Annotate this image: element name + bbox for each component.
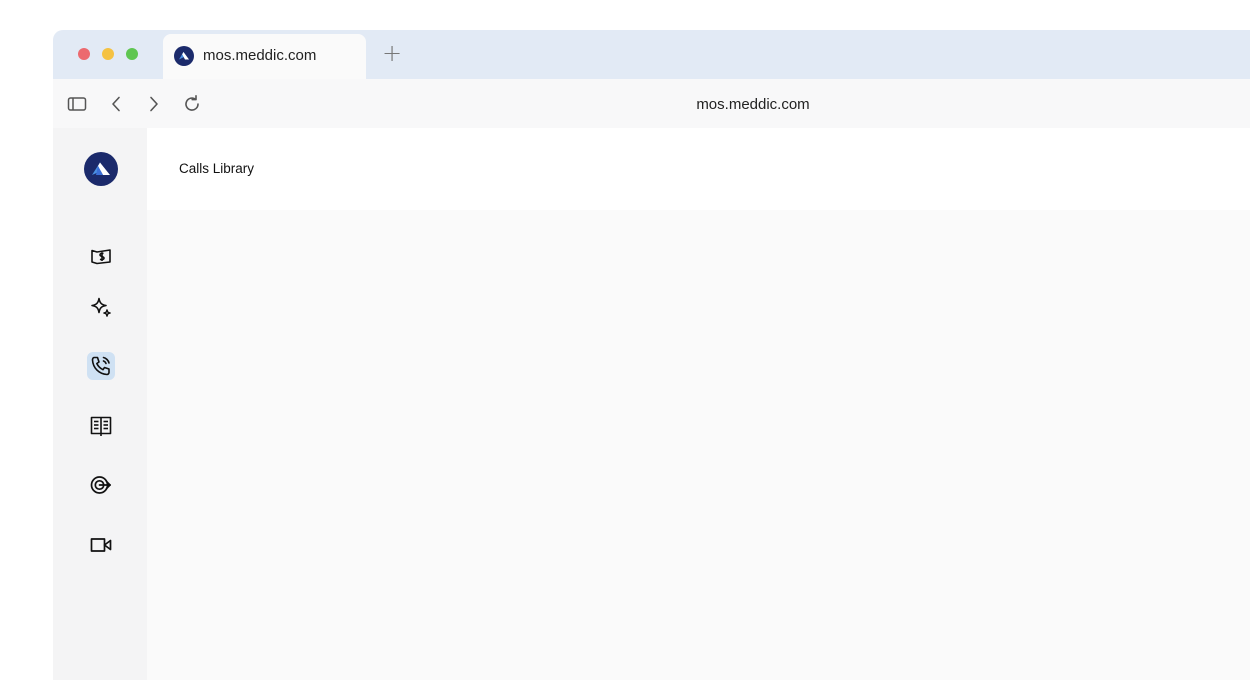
sidebar-item-deals[interactable] [87,242,115,270]
browser-toolbar: mos.meddic.com [53,79,1250,128]
target-icon [90,476,111,494]
browser-window: mos.meddic.com + mos.meddic.com Calls Li… [53,30,1250,680]
video-icon [90,538,112,552]
forward-icon[interactable] [143,93,165,115]
sidebar-item-library[interactable] [87,412,115,440]
main-content: Calls Library [147,128,1250,680]
phone-icon [91,356,110,376]
sidebar-item-calls[interactable] [87,352,115,380]
sidebar-item-target[interactable] [87,471,115,499]
tab-title: mos.meddic.com [203,47,317,64]
address-bar[interactable]: mos.meddic.com [663,95,843,115]
sparkles-icon [91,297,111,317]
back-icon[interactable] [105,93,127,115]
sidebar [53,128,147,680]
tab-strip: mos.meddic.com + [53,30,1250,79]
close-window-button[interactable] [78,48,90,60]
browser-tab[interactable]: mos.meddic.com [163,34,366,79]
book-icon [90,416,112,436]
maximize-window-button[interactable] [126,48,138,60]
minimize-window-button[interactable] [102,48,114,60]
sidebar-item-video[interactable] [87,531,115,559]
app-logo[interactable] [84,152,118,186]
sidebar-toggle-icon[interactable] [66,93,88,115]
meddic-logo-icon [174,46,194,66]
page-title: Calls Library [179,161,255,176]
new-tab-button[interactable]: + [379,39,405,67]
money-icon [91,249,111,265]
meddic-logo-icon [84,152,118,186]
reload-icon[interactable] [181,93,203,115]
app-container: Calls Library [53,128,1250,680]
sidebar-item-ai[interactable] [87,294,115,322]
page-header: Calls Library [147,128,1250,210]
